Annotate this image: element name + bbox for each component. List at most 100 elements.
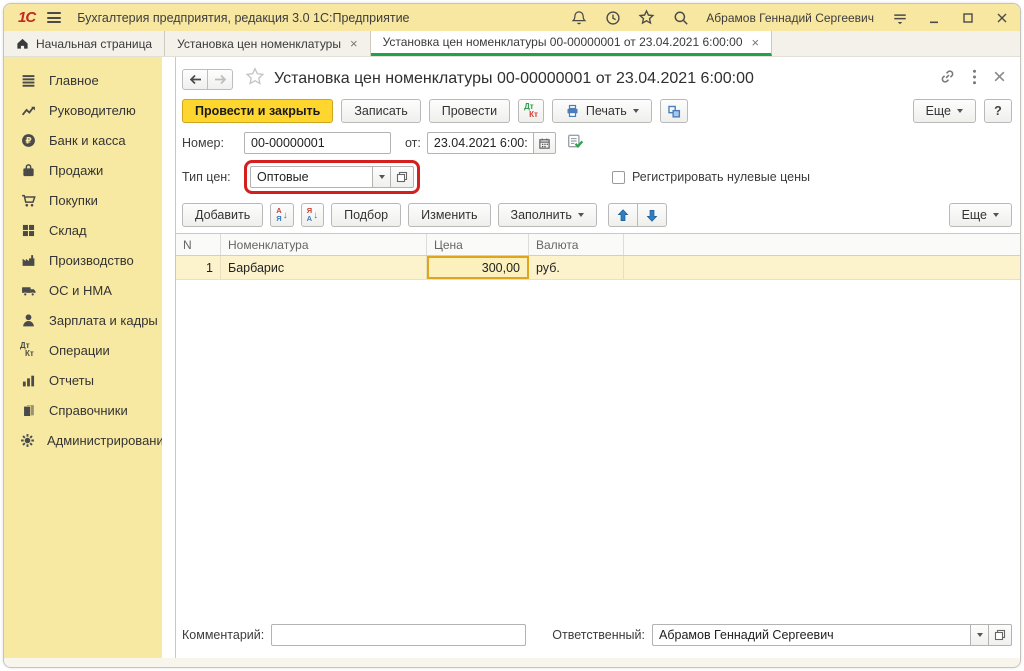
home-icon bbox=[16, 37, 29, 50]
cell-n[interactable]: 1 bbox=[176, 256, 221, 279]
move-down-button[interactable] bbox=[637, 203, 667, 227]
sidebar-item-label: Операции bbox=[49, 343, 110, 358]
sidebar-item-otchety[interactable]: Отчеты bbox=[4, 365, 162, 395]
sidebar-item-label: Покупки bbox=[49, 193, 98, 208]
checkbox-box[interactable] bbox=[612, 171, 625, 184]
sidebar-item-prodazhi[interactable]: Продажи bbox=[4, 155, 162, 185]
sidebar-item-label: Отчеты bbox=[49, 373, 94, 388]
current-user[interactable]: Абрамов Геннадий Сергеевич bbox=[706, 11, 874, 25]
column-header-n[interactable]: N bbox=[176, 234, 221, 255]
comment-input[interactable] bbox=[271, 624, 526, 646]
dtkt-button[interactable]: ДтКт bbox=[518, 99, 544, 123]
sidebar-item-pokupki[interactable]: Покупки bbox=[4, 185, 162, 215]
table-row[interactable]: 1 Барбарис 300,00 руб. bbox=[176, 256, 1020, 280]
create-based-on-button[interactable] bbox=[660, 99, 688, 123]
cell-filler bbox=[624, 256, 1020, 279]
books-icon bbox=[20, 403, 37, 418]
cell-price-selected[interactable]: 300,00 bbox=[427, 256, 529, 279]
responsible-open-button[interactable] bbox=[989, 624, 1012, 646]
grid-icon bbox=[20, 223, 37, 238]
pick-button[interactable]: Подбор bbox=[331, 203, 401, 227]
calendar-button[interactable] bbox=[533, 132, 556, 154]
close-form-icon[interactable] bbox=[993, 70, 1006, 88]
column-header-currency[interactable]: Валюта bbox=[529, 234, 624, 255]
sidebar-item-administrirovanie[interactable]: Администрирование bbox=[4, 425, 162, 455]
choose-icon bbox=[396, 171, 408, 183]
tab-label: Установка цен номенклатуры bbox=[177, 37, 341, 51]
help-button[interactable]: ? bbox=[984, 99, 1012, 123]
history-icon[interactable] bbox=[604, 9, 621, 26]
more-dots-icon[interactable] bbox=[972, 69, 977, 90]
sidebar-item-sklad[interactable]: Склад bbox=[4, 215, 162, 245]
notifications-bell-icon[interactable] bbox=[570, 9, 587, 26]
sidebar-item-bank-kassa[interactable]: ₽ Банк и касса bbox=[4, 125, 162, 155]
post-and-close-button[interactable]: Провести и закрыть bbox=[182, 99, 333, 123]
sidebar-item-glavnoe[interactable]: Главное bbox=[4, 65, 162, 95]
checkbox-label: Регистрировать нулевые цены bbox=[632, 170, 810, 184]
number-input[interactable] bbox=[244, 132, 391, 154]
service-settings-icon[interactable] bbox=[891, 9, 908, 26]
minimize-icon[interactable] bbox=[925, 9, 942, 26]
calendar-icon bbox=[538, 137, 551, 150]
price-type-value[interactable]: Оптовые bbox=[250, 166, 372, 188]
price-type-combo[interactable]: Оптовые bbox=[250, 166, 414, 188]
save-button[interactable]: Записать bbox=[341, 99, 420, 123]
factory-icon bbox=[20, 253, 37, 268]
dtkt-icon: ДтКт bbox=[20, 342, 37, 358]
sidebar-item-label: Продажи bbox=[49, 163, 103, 178]
move-up-button[interactable] bbox=[608, 203, 638, 227]
sidebar-item-os-nma[interactable]: ОС и НМА bbox=[4, 275, 162, 305]
sidebar-item-label: Производство bbox=[49, 253, 134, 268]
add-row-button[interactable]: Добавить bbox=[182, 203, 263, 227]
choose-icon bbox=[994, 629, 1006, 641]
maximize-icon[interactable] bbox=[959, 9, 976, 26]
more-button-table[interactable]: Еще bbox=[949, 203, 1012, 227]
fill-button[interactable]: Заполнить bbox=[498, 203, 597, 227]
tab-price-setting-list[interactable]: Установка цен номенклатуры × bbox=[165, 31, 370, 56]
tab-close-icon[interactable]: × bbox=[350, 36, 358, 51]
forward-button[interactable] bbox=[207, 69, 233, 90]
sidebar-item-operacii[interactable]: ДтКт Операции bbox=[4, 335, 162, 365]
svg-text:₽: ₽ bbox=[25, 136, 31, 146]
document-posted-icon bbox=[567, 133, 584, 154]
close-window-icon[interactable] bbox=[993, 9, 1010, 26]
main-menu-icon[interactable] bbox=[47, 12, 61, 23]
column-header-nomenclature[interactable]: Номенклатура bbox=[221, 234, 427, 255]
get-link-icon[interactable] bbox=[939, 68, 956, 90]
sidebar-item-proizvodstvo[interactable]: Производство bbox=[4, 245, 162, 275]
search-icon[interactable] bbox=[672, 9, 689, 26]
responsible-value[interactable]: Абрамов Геннадий Сергеевич bbox=[652, 624, 970, 646]
document-title: Установка цен номенклатуры 00-00000001 о… bbox=[274, 70, 754, 88]
sidebar-item-zarplata-kadry[interactable]: Зарплата и кадры bbox=[4, 305, 162, 335]
post-button[interactable]: Провести bbox=[429, 99, 510, 123]
back-button[interactable] bbox=[182, 69, 208, 90]
sidebar-item-spravochniki[interactable]: Справочники bbox=[4, 395, 162, 425]
table-empty-area[interactable] bbox=[176, 280, 1020, 620]
edit-button[interactable]: Изменить bbox=[408, 203, 490, 227]
tab-bar: Начальная страница Установка цен номенкл… bbox=[4, 31, 1020, 57]
dropdown-caret bbox=[993, 213, 999, 217]
cell-currency[interactable]: руб. bbox=[529, 256, 624, 279]
column-header-price[interactable]: Цена bbox=[427, 234, 529, 255]
sort-ascending-button[interactable]: АЯ ↓ bbox=[270, 203, 293, 227]
sidebar-item-rukovoditelyu[interactable]: Руководителю bbox=[4, 95, 162, 125]
price-type-open-button[interactable] bbox=[391, 166, 414, 188]
more-button-top[interactable]: Еще bbox=[913, 99, 976, 123]
date-input[interactable] bbox=[427, 132, 533, 154]
tab-close-icon[interactable]: × bbox=[752, 35, 760, 50]
tab-price-setting-document[interactable]: Установка цен номенклатуры 00-00000001 о… bbox=[371, 31, 773, 56]
responsible-combo[interactable]: Абрамов Геннадий Сергеевич bbox=[652, 624, 1012, 646]
tab-home[interactable]: Начальная страница bbox=[4, 31, 165, 56]
dropdown-caret bbox=[957, 109, 963, 113]
sidebar-item-label: Склад bbox=[49, 223, 87, 238]
sort-descending-button[interactable]: ЯА ↓ bbox=[301, 203, 324, 227]
dropdown-caret bbox=[578, 213, 584, 217]
favorite-star-icon[interactable] bbox=[245, 67, 265, 91]
favorites-star-icon[interactable] bbox=[638, 9, 655, 26]
responsible-dropdown-button[interactable] bbox=[970, 624, 989, 646]
cell-nomenclature[interactable]: Барбарис bbox=[221, 256, 427, 279]
register-zero-prices-checkbox[interactable]: Регистрировать нулевые цены bbox=[612, 170, 810, 184]
price-type-dropdown-button[interactable] bbox=[372, 166, 391, 188]
print-button[interactable]: Печать bbox=[552, 99, 652, 123]
price-type-label: Тип цен: bbox=[182, 170, 244, 184]
